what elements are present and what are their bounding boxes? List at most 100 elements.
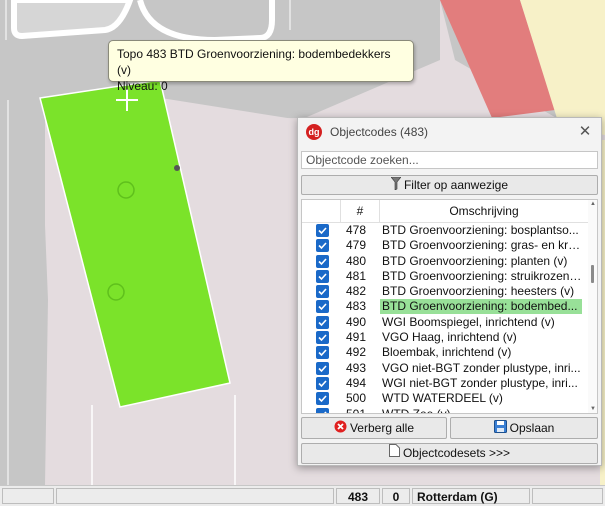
app-logo-icon: dg [306, 124, 322, 140]
row-number: 483 [345, 299, 367, 314]
column-header-number[interactable]: # [340, 200, 380, 222]
save-button[interactable]: Opslaan [450, 417, 598, 439]
row-description: Bloembak, inrichtend (v) [382, 345, 512, 360]
status-municipality: Rotterdam (G) [412, 488, 530, 504]
hide-all-label: Verberg alle [349, 421, 415, 435]
checkmark-icon [318, 242, 327, 250]
row-checkbox[interactable] [316, 285, 329, 299]
checkmark-icon [318, 303, 327, 311]
checkmark-icon [323, 411, 327, 413]
dialog-titlebar[interactable]: dg Objectcodes (483) ✕ [298, 118, 601, 146]
filter-present-label: Filter op aanwezige [403, 178, 509, 192]
list-item[interactable]: 490 WGI Boomspiegel, inrichtend (v) [302, 315, 590, 330]
status-level: 0 [382, 488, 410, 504]
list-rows: 478 BTD Groenvoorziening: bosplantso... 47… [302, 223, 590, 414]
row-checkbox[interactable] [316, 239, 329, 253]
status-bar: 483 0 Rotterdam (G) [0, 485, 605, 506]
checkmark-icon [318, 288, 327, 296]
list-item[interactable]: 482 BTD Groenvoorziening: heesters (v) [302, 284, 590, 299]
tooltip-line-level: Niveau: 0 [117, 79, 168, 93]
row-checkbox[interactable] [316, 269, 329, 283]
floppy-disk-icon [493, 419, 507, 439]
list-item[interactable]: 478 BTD Groenvoorziening: bosplantso... [302, 223, 590, 238]
objectcodes-dialog: dg Objectcodes (483) ✕ Filter op aanwezi… [297, 117, 602, 466]
list-item[interactable]: 483 BTD Groenvoorziening: bodembed... [302, 299, 590, 315]
checkmark-icon [318, 365, 327, 372]
checkmark-icon [318, 395, 327, 403]
checkmark-icon [318, 273, 327, 281]
row-checkbox[interactable] [316, 331, 329, 345]
scroll-down-icon[interactable]: ▼ [590, 406, 596, 412]
row-description: WGI niet-BGT zonder plustype, inri... [382, 375, 578, 390]
row-description: BTD Groenvoorziening: gras- en kru... [382, 238, 582, 253]
list-item[interactable]: 494 WGI niet-BGT zonder plustype, inri... [302, 376, 590, 391]
row-number: 478 [345, 223, 367, 237]
checkmark-icon [318, 380, 327, 388]
row-number: 500 [345, 391, 367, 406]
list-item[interactable]: 501 WTD Zee (v) [302, 406, 590, 414]
list-item[interactable]: 493 VGO niet-BGT zonder plustype, inri... [302, 361, 590, 376]
status-objectcode: 483 [336, 488, 380, 504]
close-icon[interactable]: ✕ [575, 122, 595, 142]
scroll-up-icon[interactable]: ▲ [590, 201, 596, 207]
checkmark-icon [318, 258, 327, 265]
row-description: BTD Groenvoorziening: bodembed... [380, 299, 582, 315]
row-number: 482 [345, 284, 367, 299]
row-description: WTD Zee (v) [382, 406, 451, 414]
objectcode-search-input[interactable] [301, 151, 598, 169]
row-checkbox[interactable] [316, 376, 329, 390]
scrollbar-thumb[interactable] [591, 265, 594, 283]
save-label: Opslaan [509, 421, 555, 435]
list-header: # Omschrijving [302, 200, 590, 223]
column-header-description[interactable]: Omschrijving [379, 200, 589, 222]
list-item[interactable]: 481 BTD Groenvoorziening: struikrozen ... [302, 269, 590, 284]
dialog-title: Objectcodes (483) [330, 125, 429, 139]
hide-all-button[interactable]: Verberg alle [301, 417, 447, 439]
status-cell-empty-3 [532, 488, 603, 504]
row-number: 479 [345, 238, 367, 253]
row-description: WGI Boomspiegel, inrichtend (v) [382, 314, 555, 329]
objectcode-list[interactable]: # Omschrijving 478 BTD Groenvoorziening: … [301, 199, 598, 414]
row-description: BTD Groenvoorziening: struikrozen ... [382, 268, 582, 283]
row-number: 491 [345, 330, 367, 345]
objectcodesets-label: Objectcodesets >>> [402, 446, 511, 460]
row-checkbox[interactable] [316, 392, 329, 406]
row-number: 480 [345, 253, 367, 268]
row-number: 493 [345, 360, 367, 375]
objectcodesets-button[interactable]: Objectcodesets >>> [301, 443, 598, 464]
feature-tooltip: Topo 483 BTD Groenvoorziening: bodembede… [108, 40, 414, 93]
status-cell-empty-2 [56, 488, 334, 504]
row-checkbox[interactable] [316, 407, 329, 413]
filter-present-button[interactable]: Filter op aanwezige [301, 175, 598, 195]
row-description: BTD Groenvoorziening: planten (v) [382, 253, 568, 268]
row-description: WTD WATERDEEL (v) [382, 391, 503, 406]
list-item[interactable]: 500 WTD WATERDEEL (v) [302, 391, 590, 406]
row-checkbox[interactable] [316, 315, 329, 329]
list-item[interactable]: 492 Bloembak, inrichtend (v) [302, 345, 590, 360]
row-checkbox[interactable] [316, 346, 329, 360]
row-number: 501 [345, 406, 367, 414]
row-number: 490 [345, 314, 367, 329]
row-description: BTD Groenvoorziening: bosplantso... [382, 223, 579, 237]
row-number: 494 [345, 375, 367, 390]
checkmark-icon [318, 334, 327, 342]
list-scrollbar[interactable]: ▲ ▼ [588, 200, 597, 413]
list-item[interactable]: 479 BTD Groenvoorziening: gras- en kru... [302, 238, 590, 253]
row-description: VGO Haag, inrichtend (v) [382, 330, 517, 345]
checkmark-icon [318, 227, 327, 235]
row-description: BTD Groenvoorziening: heesters (v) [382, 284, 575, 299]
row-checkbox[interactable] [316, 254, 329, 268]
row-number: 492 [345, 345, 367, 360]
cancel-icon [334, 419, 347, 439]
row-checkbox[interactable] [316, 300, 329, 314]
status-cell-empty-1 [2, 488, 54, 504]
row-checkbox[interactable] [316, 361, 329, 375]
tooltip-line-topo: Topo 483 BTD Groenvoorziening: bodembede… [117, 47, 391, 77]
list-item[interactable]: 491 VGO Haag, inrichtend (v) [302, 330, 590, 345]
row-checkbox[interactable] [316, 224, 329, 237]
row-number: 481 [345, 268, 367, 283]
document-icon [388, 444, 400, 463]
checkmark-icon [318, 319, 327, 326]
list-item[interactable]: 480 BTD Groenvoorziening: planten (v) [302, 254, 590, 269]
row-description: VGO niet-BGT zonder plustype, inri... [382, 360, 581, 375]
